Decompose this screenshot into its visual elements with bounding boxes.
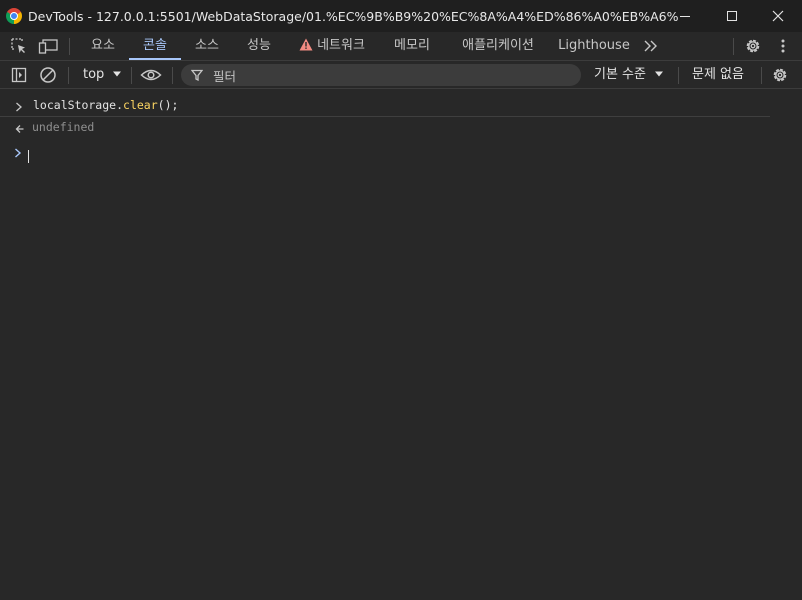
sidebar-toggle-icon [11,67,27,83]
console-command: localStorage.clear(); [33,98,178,112]
warning-icon [299,38,313,51]
console-result-line: undefined [0,119,770,137]
tab-label: 메모리 [394,38,430,53]
filter-input[interactable]: 필터 [181,64,581,86]
prompt-chevron-icon [16,102,22,112]
tab-label: 네트워크 [317,38,365,53]
console-toolbar: top 필터 기본 수준 문제 없음 [0,62,802,89]
tab-label: 애플리케이션 [462,38,534,53]
device-toolbar-button[interactable] [38,36,60,56]
close-button[interactable] [755,0,801,32]
show-sidebar-button[interactable] [9,65,29,85]
customize-menu-button[interactable] [773,36,793,56]
console-input-line: localStorage.clear(); [0,97,770,117]
console-area[interactable]: localStorage.clear(); undefined [0,90,802,600]
gear-icon [773,68,787,82]
tab-label: 요소 [91,38,115,53]
panel-tabbar: 요소 콘솔 소스 성능 네트워크 메모리 애플리케이션 Lighthouse [0,32,802,61]
tab-sources[interactable]: 소스 [186,32,228,61]
settings-button[interactable] [743,36,763,56]
tab-label: 소스 [195,38,219,53]
gear-icon [746,39,760,53]
clear-console-button[interactable] [38,65,58,85]
maximize-button[interactable] [709,0,755,32]
filter-icon [191,69,203,81]
tab-label: Lighthouse [558,38,630,53]
eye-icon [140,69,162,81]
clear-icon [40,67,56,83]
tab-network[interactable]: 네트워크 [292,32,372,61]
inspect-element-button[interactable] [9,36,29,56]
toolbar-divider [172,67,173,84]
issues-counter[interactable]: 문제 없음 [692,62,744,88]
double-chevron-right-icon [644,40,657,52]
context-selector[interactable]: top [78,62,122,88]
toolbar-divider [131,67,132,84]
tab-application[interactable]: 애플리케이션 [453,32,543,61]
dropdown-arrow-icon [655,71,664,77]
chrome-logo-icon [6,8,22,24]
device-toggle-icon [38,39,58,54]
log-levels-label: 기본 수준 [594,67,646,82]
tab-lighthouse[interactable]: Lighthouse [557,32,631,61]
console-settings-button[interactable] [770,65,790,85]
issues-label: 문제 없음 [692,67,744,82]
tab-performance[interactable]: 성능 [238,32,280,61]
console-prompt-line[interactable] [0,144,770,164]
toolbar-divider [69,38,70,55]
maximize-icon [727,11,737,21]
close-icon [772,10,784,22]
tab-console[interactable]: 콘솔 [129,32,181,61]
tab-memory[interactable]: 메모리 [388,32,436,61]
live-expression-button[interactable] [139,65,163,85]
inspect-icon [11,38,25,53]
command-suffix: (); [157,98,179,112]
toolbar-divider [678,67,679,84]
command-object: localStorage [33,98,117,112]
result-arrow-icon [15,125,24,133]
toolbar-divider [733,38,734,55]
toolbar-divider [761,67,762,84]
window-title: DevTools - 127.0.0.1:5501/WebDataStorage… [28,8,678,24]
log-levels-dropdown[interactable]: 기본 수준 [594,62,664,88]
result-value: undefined [32,120,95,134]
prompt-chevron-icon [15,148,22,158]
dropdown-arrow-icon [113,71,122,77]
command-dot: . [116,98,124,112]
command-method: clear [123,98,158,112]
kebab-menu-icon [781,39,785,53]
minimize-button[interactable] [662,0,708,32]
tab-elements[interactable]: 요소 [82,32,124,61]
minimize-icon [680,16,690,17]
more-tabs-button[interactable] [641,36,661,56]
text-cursor [28,150,29,163]
active-tab-indicator [129,58,181,60]
filter-placeholder: 필터 [213,68,237,84]
window-titlebar: DevTools - 127.0.0.1:5501/WebDataStorage… [0,0,802,32]
toolbar-divider [68,67,69,84]
tab-label: 성능 [247,38,271,53]
tab-label: 콘솔 [143,38,167,53]
context-label: top [83,67,105,82]
